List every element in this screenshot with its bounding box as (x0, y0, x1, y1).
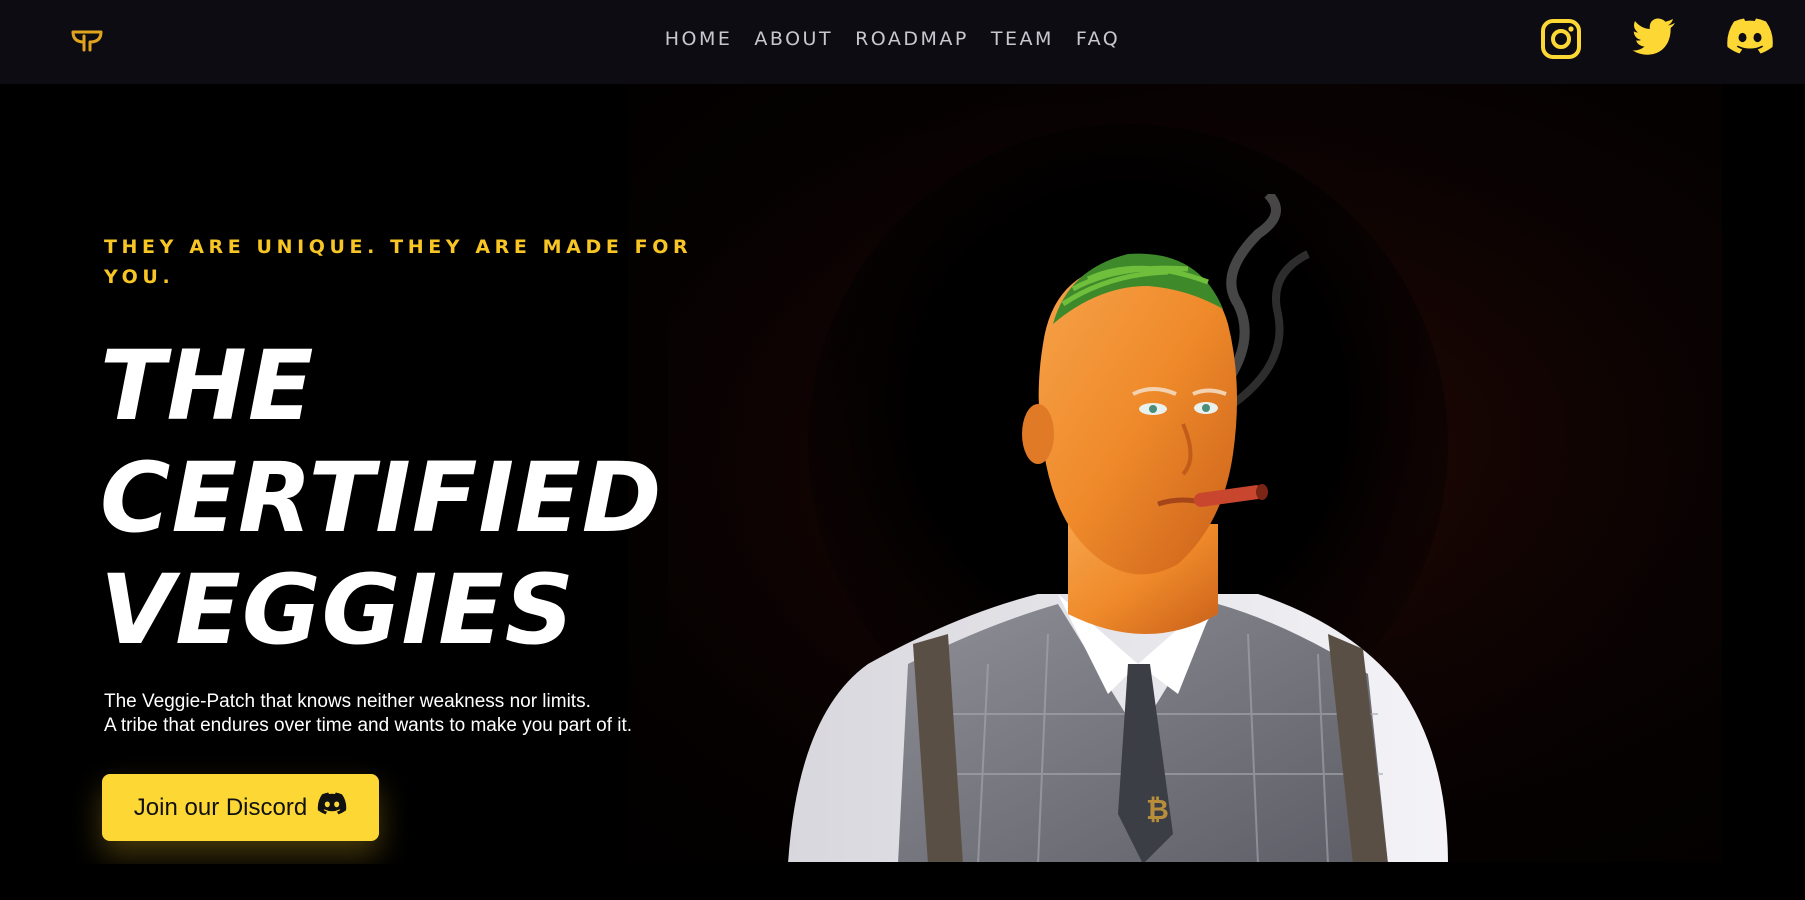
main-menu: HOME ABOUT ROADMAP TEAM FAQ (0, 0, 1805, 78)
headline-line-1: THE (100, 330, 315, 442)
nav-roadmap-link[interactable]: ROADMAP (855, 28, 969, 50)
nav-faq-link[interactable]: FAQ (1076, 28, 1120, 50)
hero-section: ₿ THEY ARE UNIQUE. THEY ARE MADE FOR YOU… (0, 84, 1805, 864)
hero-illustration: ₿ (628, 84, 1722, 862)
hero-eyebrow: THEY ARE UNIQUE. THEY ARE MADE FOR YOU. (104, 236, 693, 288)
subtitle-line-2: A tribe that endures over time and wants… (104, 715, 633, 736)
headline-line-2: CERTIFIED (100, 442, 663, 554)
page-bottom (0, 864, 1805, 900)
instagram-icon[interactable] (1540, 18, 1582, 60)
svg-text:₿: ₿ (1146, 793, 1169, 826)
hero-subtitle: The Veggie-Patch that knows neither weak… (104, 690, 744, 738)
twitter-icon[interactable] (1632, 18, 1676, 58)
discord-icon[interactable] (1726, 18, 1774, 56)
carrot-character-image: ₿ (788, 194, 1448, 862)
subtitle-line-1: The Veggie-Patch that knows neither weak… (104, 691, 591, 712)
top-navigation: HOME ABOUT ROADMAP TEAM FAQ (0, 0, 1805, 84)
hero-headline: THE CERTIFIED VEGGIES (100, 330, 720, 666)
nav-about-link[interactable]: ABOUT (754, 28, 833, 50)
headline-line-3: VEGGIES (100, 554, 575, 666)
join-discord-label: Join our Discord (133, 793, 308, 821)
discord-icon (317, 792, 347, 823)
join-discord-button[interactable]: Join our Discord (102, 774, 379, 841)
nav-home-link[interactable]: HOME (665, 28, 733, 50)
nav-team-link[interactable]: TEAM (991, 28, 1054, 50)
